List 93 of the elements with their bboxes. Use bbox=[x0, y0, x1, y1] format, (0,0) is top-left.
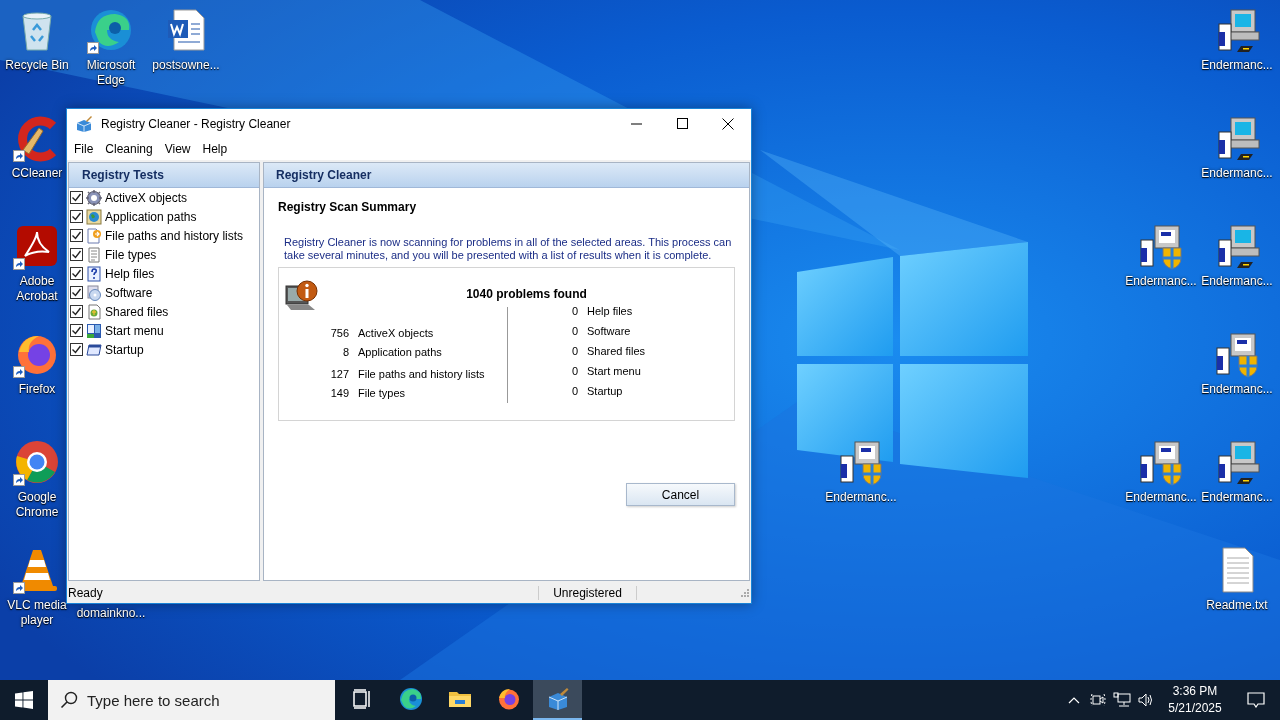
icon-label[interactable]: Readme.txt bbox=[1206, 598, 1268, 613]
camera-icon bbox=[1090, 692, 1106, 708]
icon-label[interactable]: CCleaner bbox=[11, 166, 63, 181]
network-icon bbox=[1113, 692, 1131, 708]
status-text: Ready bbox=[67, 586, 104, 600]
checkbox[interactable] bbox=[70, 286, 83, 299]
result-label: Help files bbox=[587, 305, 633, 317]
icon-label[interactable]: Endermanc... bbox=[1125, 274, 1197, 289]
icon-label[interactable]: VLC media player bbox=[0, 598, 74, 628]
result-label: ActiveX objects bbox=[358, 326, 434, 339]
search-field[interactable]: Type here to search bbox=[48, 680, 335, 720]
result-label: Application paths bbox=[358, 346, 442, 359]
search-icon bbox=[60, 691, 78, 709]
icon-label[interactable]: domainkno... bbox=[76, 606, 146, 621]
checkbox[interactable] bbox=[70, 191, 83, 204]
clock[interactable]: 3:36 PM 5/21/2025 bbox=[1158, 680, 1232, 720]
checkbox[interactable] bbox=[70, 210, 83, 223]
result-label: File paths and history lists bbox=[358, 367, 485, 380]
icon-label[interactable]: Adobe Acrobat bbox=[9, 274, 65, 304]
result-count: 0 bbox=[570, 365, 578, 377]
result-count: 756 bbox=[329, 326, 349, 339]
speaker-icon bbox=[1137, 692, 1155, 708]
result-count: 0 bbox=[570, 325, 578, 337]
result-label: Shared files bbox=[587, 345, 646, 357]
icon-label[interactable]: Endermanc... bbox=[825, 490, 897, 505]
menu-item[interactable]: Cleaning bbox=[99, 140, 159, 158]
menu-item[interactable]: View bbox=[158, 140, 197, 158]
checkbox[interactable] bbox=[70, 248, 83, 261]
icon-label[interactable]: Endermanc... bbox=[1201, 274, 1273, 289]
test-label: Startup bbox=[105, 342, 144, 357]
checkbox[interactable] bbox=[70, 305, 83, 318]
result-label: Start menu bbox=[587, 365, 641, 377]
fox-icon bbox=[496, 687, 521, 711]
icon-label[interactable]: Endermanc... bbox=[1201, 490, 1273, 505]
section-heading: Registry Scan Summary bbox=[278, 200, 418, 214]
test-label: Application paths bbox=[105, 209, 197, 224]
wave-icon bbox=[398, 687, 423, 711]
result-count: 0 bbox=[570, 345, 578, 357]
result-count: 127 bbox=[329, 367, 349, 380]
result-count: 8 bbox=[341, 346, 349, 359]
result-count: 149 bbox=[329, 387, 349, 400]
checkbox[interactable] bbox=[70, 267, 83, 280]
result-count: 0 bbox=[570, 305, 578, 317]
icon-label[interactable]: Microsoft Edge bbox=[74, 58, 148, 88]
windows-logo-icon bbox=[15, 691, 33, 709]
result-label: File types bbox=[358, 387, 406, 400]
help-icon bbox=[86, 265, 102, 282]
test-label: ActiveX objects bbox=[105, 190, 188, 205]
icon-label[interactable]: Endermanc... bbox=[1201, 58, 1273, 73]
test-label: File types bbox=[105, 247, 157, 262]
maximize-icon bbox=[676, 118, 688, 129]
result-label: Software bbox=[587, 325, 631, 337]
file-arrow-icon bbox=[86, 227, 102, 244]
panel-header: Registry Cleaner bbox=[264, 163, 749, 188]
shared-file-icon bbox=[86, 303, 102, 320]
start-menu-icon bbox=[86, 322, 102, 339]
panel-header: Registry Tests bbox=[69, 163, 259, 188]
close-icon bbox=[722, 117, 734, 130]
test-label: Help files bbox=[105, 266, 155, 281]
gear-icon bbox=[86, 189, 102, 206]
icon-label[interactable]: postsowne... bbox=[152, 58, 220, 73]
test-label: Shared files bbox=[105, 304, 169, 319]
result-label: Startup bbox=[587, 385, 623, 397]
browser-icon bbox=[13, 438, 61, 486]
icon-label[interactable]: Recycle Bin bbox=[5, 58, 69, 73]
list-file-icon bbox=[86, 246, 102, 263]
globe-icon bbox=[86, 208, 102, 225]
cancel-button[interactable]: Cancel bbox=[626, 483, 735, 506]
checkbox[interactable] bbox=[70, 229, 83, 242]
icon-label[interactable]: Endermanc... bbox=[1201, 166, 1273, 181]
checkbox[interactable] bbox=[70, 343, 83, 356]
menu-item[interactable]: Help bbox=[196, 140, 234, 158]
icon-label[interactable]: Google Chrome bbox=[9, 490, 65, 520]
window-title: Registry Cleaner - Registry Cleaner bbox=[101, 116, 291, 131]
caret-icon bbox=[1068, 696, 1080, 704]
problems-total: 1040 problems found bbox=[465, 287, 587, 301]
icon-label[interactable]: Firefox bbox=[18, 382, 56, 397]
registration-status: Unregistered bbox=[538, 586, 637, 600]
chat-bubble-icon bbox=[1247, 692, 1265, 708]
test-label: Start menu bbox=[105, 323, 164, 338]
description-text: Registry Cleaner is now scanning for problems in all of the selected areas. This process can take several minutes, and you will be presented with a list of results when it is complete. bbox=[283, 236, 733, 262]
menu-item[interactable]: File bbox=[68, 140, 100, 158]
checkbox[interactable] bbox=[70, 324, 83, 337]
info-computer-icon bbox=[285, 280, 319, 312]
app-icon bbox=[75, 114, 93, 133]
resize-grip-icon bbox=[741, 589, 749, 597]
icon-label[interactable]: Endermanc... bbox=[1201, 382, 1273, 397]
test-label: File paths and history lists bbox=[105, 228, 244, 243]
test-label: Software bbox=[105, 285, 153, 300]
result-count: 0 bbox=[570, 385, 578, 397]
minimize-icon bbox=[630, 122, 642, 125]
icon-label[interactable]: Endermanc... bbox=[1125, 490, 1197, 505]
window-icon bbox=[86, 341, 102, 358]
